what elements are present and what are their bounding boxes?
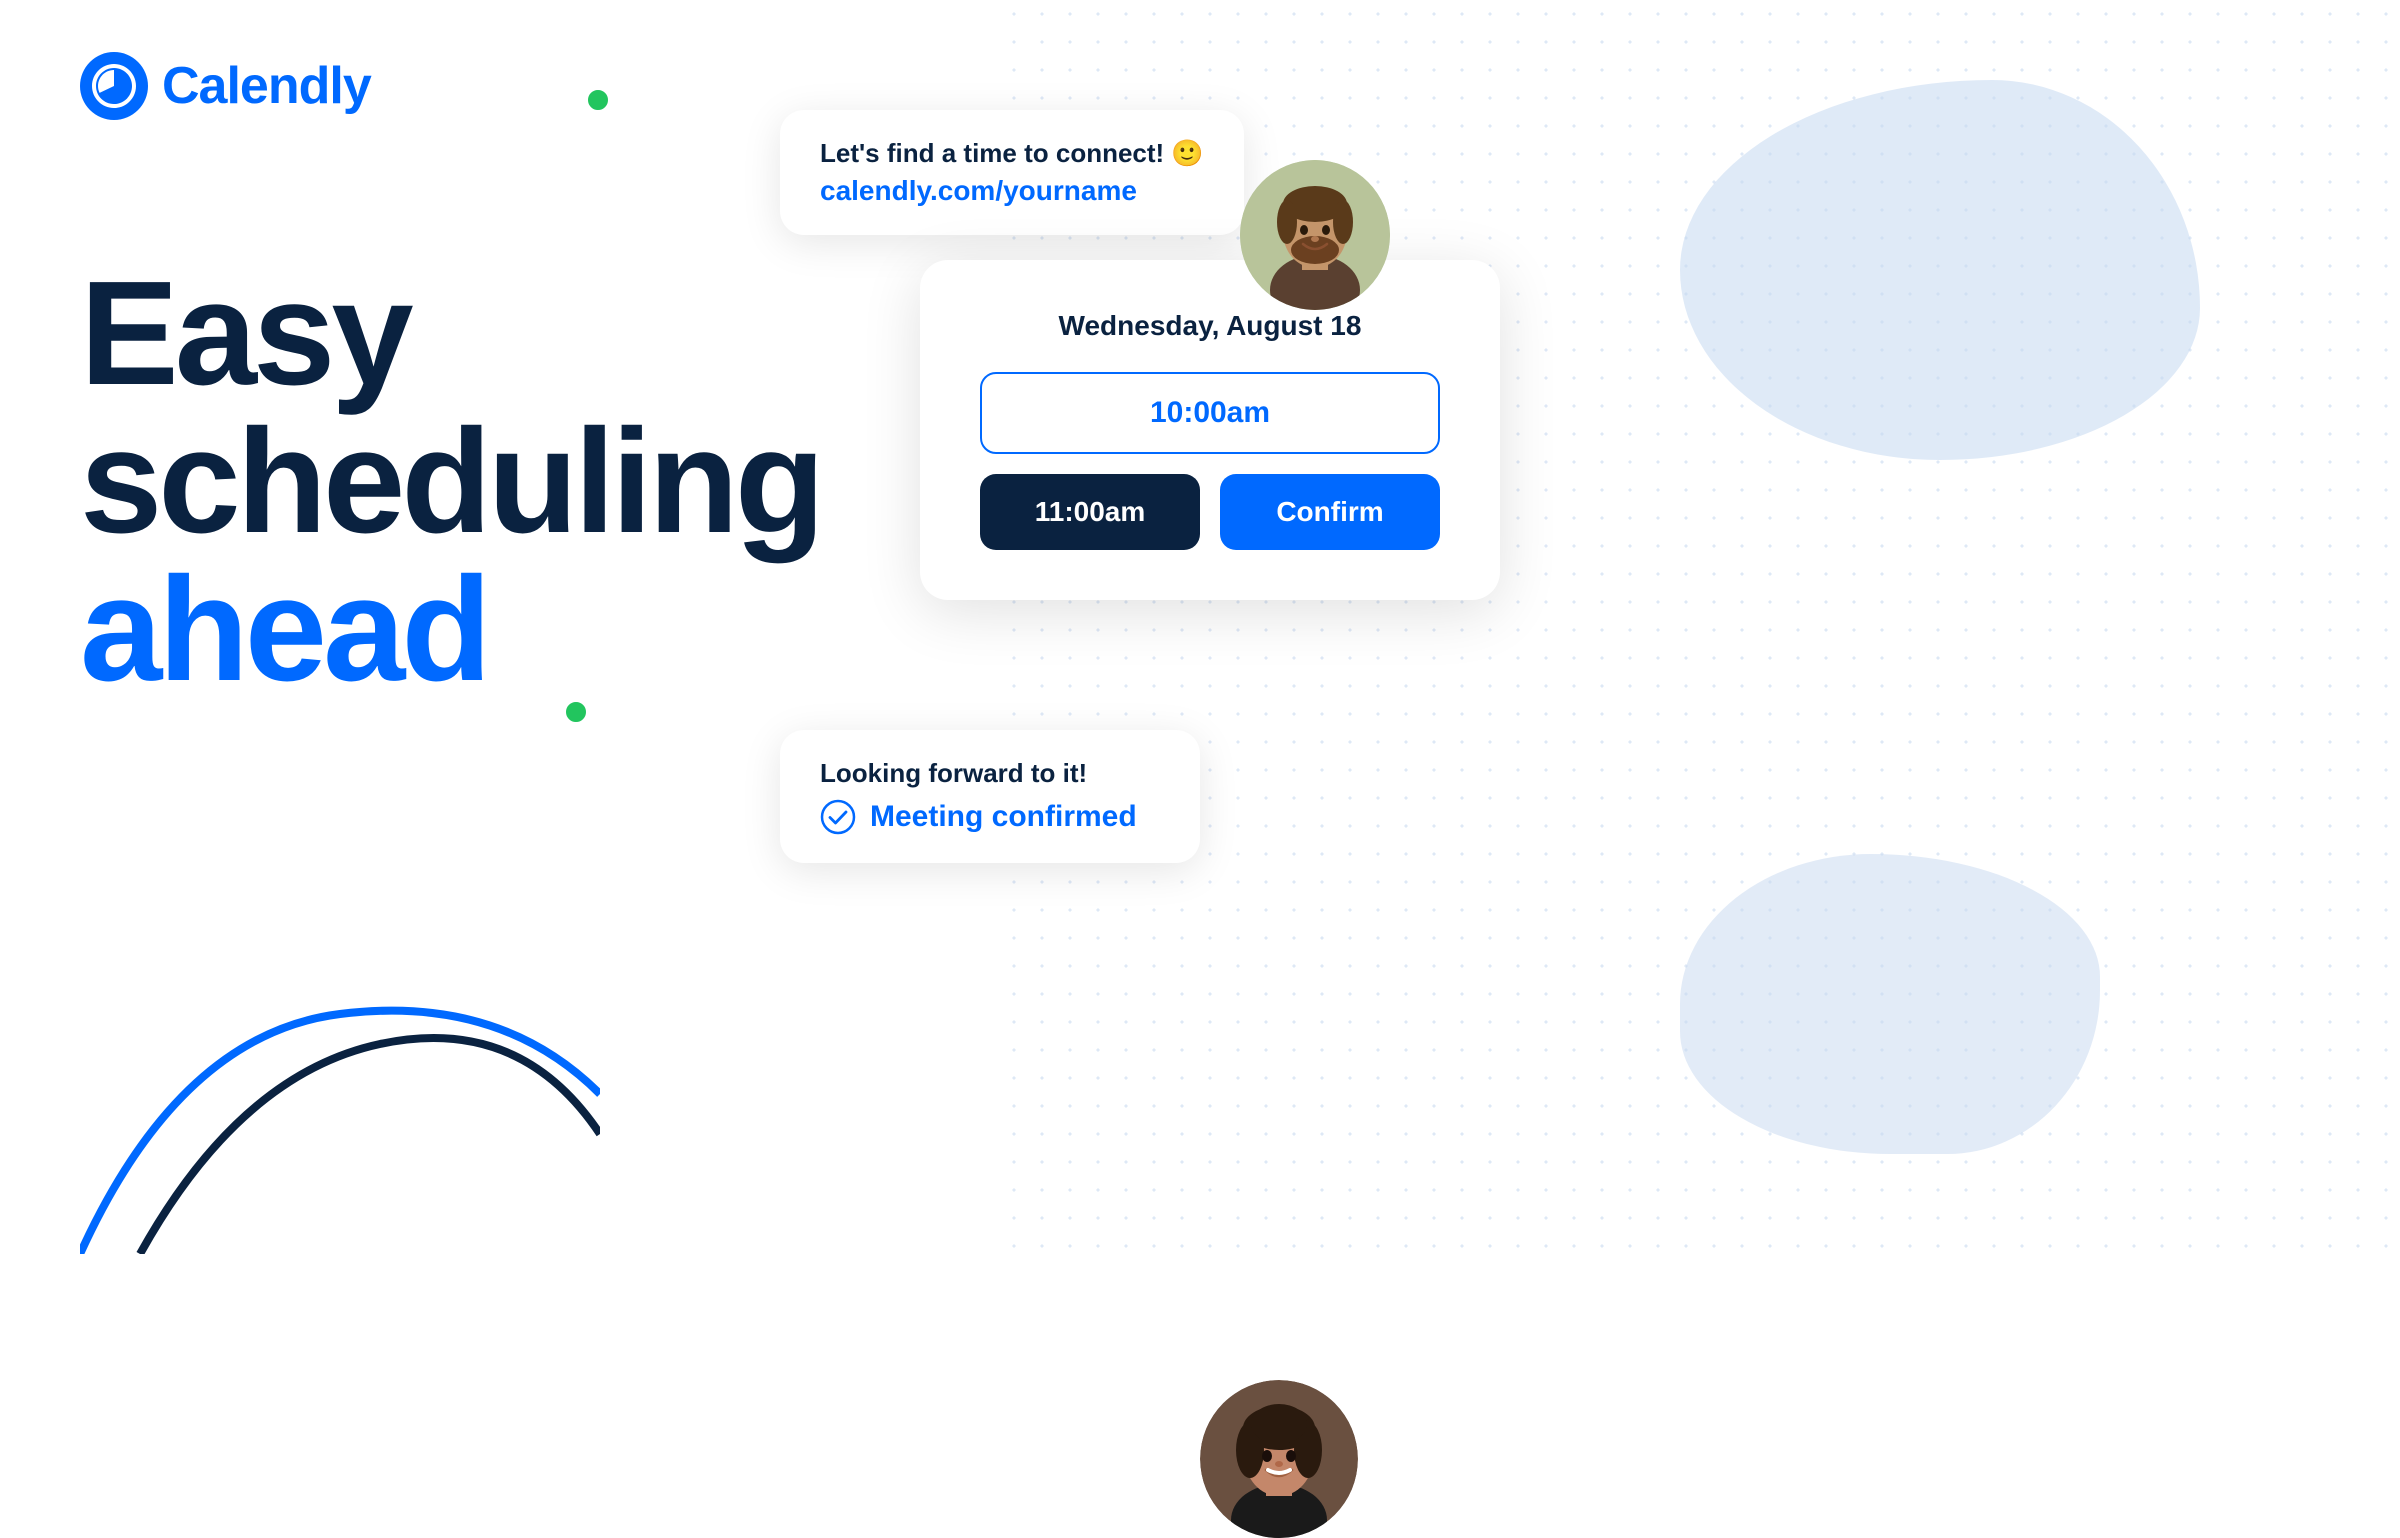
chat-bubble-bottom: Looking forward to it! Meeting confirmed bbox=[780, 730, 1200, 863]
hero-line-2: scheduling bbox=[80, 408, 821, 556]
logo-text: Calendly bbox=[162, 56, 371, 116]
calendly-logo-icon bbox=[80, 52, 148, 120]
meeting-confirmed-row: Meeting confirmed bbox=[820, 799, 1160, 835]
avatar-top bbox=[1240, 160, 1390, 310]
online-indicator-top bbox=[584, 86, 612, 114]
avatar-man-image bbox=[1240, 160, 1390, 310]
hero-line-1: Easy bbox=[80, 260, 821, 408]
hero-text-block: Easy scheduling ahead bbox=[80, 260, 821, 704]
time-slot-selected[interactable]: 10:00am bbox=[980, 372, 1440, 454]
chat-bubble-top-text: Let's find a time to connect! 🙂 bbox=[820, 138, 1204, 169]
avatar-bottom bbox=[1200, 1380, 1358, 1538]
confirm-button[interactable]: Confirm bbox=[1220, 474, 1440, 550]
chat-bubble-top: Let's find a time to connect! 🙂 calendly… bbox=[780, 110, 1244, 235]
chat-bubble-top-link[interactable]: calendly.com/yourname bbox=[820, 175, 1204, 207]
meeting-confirmed-text: Meeting confirmed bbox=[870, 800, 1137, 834]
time-slot-row: 11:00am Confirm bbox=[980, 474, 1440, 550]
schedule-date: Wednesday, August 18 bbox=[980, 310, 1440, 342]
page-container: Calendly Easy scheduling ahead bbox=[0, 0, 2400, 1254]
arc-decoration bbox=[80, 934, 600, 1254]
online-indicator-bottom bbox=[562, 698, 590, 726]
time-slot-alt[interactable]: 11:00am bbox=[980, 474, 1200, 550]
chat-bubble-bottom-text: Looking forward to it! bbox=[820, 758, 1160, 789]
avatar-woman-image bbox=[1200, 1380, 1358, 1538]
hero-line-3: ahead bbox=[80, 556, 821, 704]
schedule-card: Wednesday, August 18 10:00am 11:00am Con… bbox=[920, 260, 1500, 600]
logo-area: Calendly bbox=[80, 52, 371, 120]
check-circle-icon bbox=[820, 799, 856, 835]
